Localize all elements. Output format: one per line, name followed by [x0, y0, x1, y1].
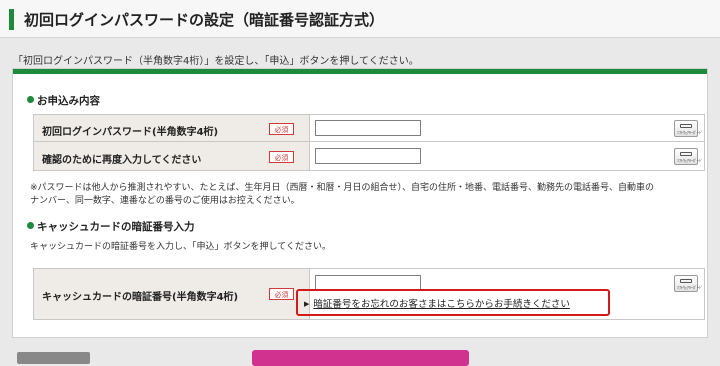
- form-label-cell: 初回ログインパスワード(半角数字4桁) 必須: [34, 115, 310, 141]
- keyboard-button-label: ｿﾌﾄｳｪｱｷｰﾎﾞｰﾄﾞ: [677, 130, 703, 135]
- form-row-confirm-password: 確認のために再度入力してください 必須 ｿﾌﾄｳｪｱｷｰﾎﾞｰﾄﾞ: [33, 141, 705, 171]
- software-keyboard-button[interactable]: ｿﾌﾄｳｪｱｷｰﾎﾞｰﾄﾞ: [674, 148, 703, 165]
- forgot-pin-link[interactable]: ▶ 暗証番号をお忘れのお客さまはこちらからお手続きください: [304, 296, 570, 310]
- panel-accent-line: [13, 69, 707, 74]
- section-heading-application: お申込み内容: [27, 93, 100, 108]
- section-heading-text: キャッシュカードの暗証番号入力: [37, 221, 195, 233]
- field-label: キャッシュカードの暗証番号(半角数字4桁): [42, 292, 239, 303]
- password-note-line1: ※パスワードは他人から推測されやすい、たとえば、生年月日（西暦・和暦・月日の組合…: [30, 183, 655, 193]
- required-badge: 必須: [269, 288, 294, 300]
- required-badge: 必須: [269, 151, 294, 163]
- field-label: 初回ログインパスワード(半角数字4桁): [42, 127, 219, 138]
- bullet-dot-icon: [27, 96, 34, 103]
- initial-password-input[interactable]: [315, 120, 421, 136]
- software-keyboard-button[interactable]: ｿﾌﾄｳｪｱｷｰﾎﾞｰﾄﾞ: [674, 275, 703, 292]
- keyboard-icon: [680, 152, 692, 156]
- form-label-cell: 確認のために再度入力してください 必須: [34, 142, 310, 170]
- keyboard-button-label: ｿﾌﾄｳｪｱｷｰﾎﾞｰﾄﾞ: [677, 158, 703, 163]
- page-header: 初回ログインパスワードの設定（暗証番号認証方式）: [0, 0, 720, 38]
- form-label-cell: キャッシュカードの暗証番号(半角数字4桁) 必須: [34, 269, 310, 319]
- intro-text: 「初回ログインパスワード（半角数字4桁）」を設定し、「申込」ボタンを押してくださ…: [13, 56, 419, 67]
- triangle-right-icon: ▶: [304, 300, 310, 308]
- required-badge: 必須: [269, 123, 294, 135]
- apply-button[interactable]: [252, 350, 469, 366]
- keyboard-button-label: ｿﾌﾄｳｪｱｷｰﾎﾞｰﾄﾞ: [677, 285, 703, 290]
- section-heading-text: お申込み内容: [37, 95, 100, 107]
- field-label: 確認のために再度入力してください: [42, 155, 202, 166]
- keyboard-icon: [680, 124, 692, 128]
- forgot-pin-link-text: 暗証番号をお忘れのお客さまはこちらからお手続きください: [313, 299, 570, 310]
- title-accent-bar: [9, 9, 14, 30]
- cashcard-description: キャッシュカードの暗証番号を入力し、「申込」ボタンを押してください。: [30, 242, 331, 252]
- back-button[interactable]: [17, 352, 90, 364]
- password-note-line2: ナンバー、同一数字、連番などの番号のご使用はお控えください。: [30, 196, 300, 206]
- page-title: 初回ログインパスワードの設定（暗証番号認証方式）: [24, 11, 385, 29]
- confirm-password-input[interactable]: [315, 148, 421, 164]
- bullet-dot-icon: [27, 222, 34, 229]
- section-heading-cashcard: キャッシュカードの暗証番号入力: [27, 219, 195, 234]
- software-keyboard-button[interactable]: ｿﾌﾄｳｪｱｷｰﾎﾞｰﾄﾞ: [674, 120, 703, 137]
- form-panel: お申込み内容 初回ログインパスワード(半角数字4桁) 必須 ｿﾌﾄｳｪｱｷｰﾎﾞ…: [12, 68, 708, 338]
- form-row-initial-password: 初回ログインパスワード(半角数字4桁) 必須 ｿﾌﾄｳｪｱｷｰﾎﾞｰﾄﾞ: [33, 114, 705, 142]
- keyboard-icon: [680, 279, 692, 283]
